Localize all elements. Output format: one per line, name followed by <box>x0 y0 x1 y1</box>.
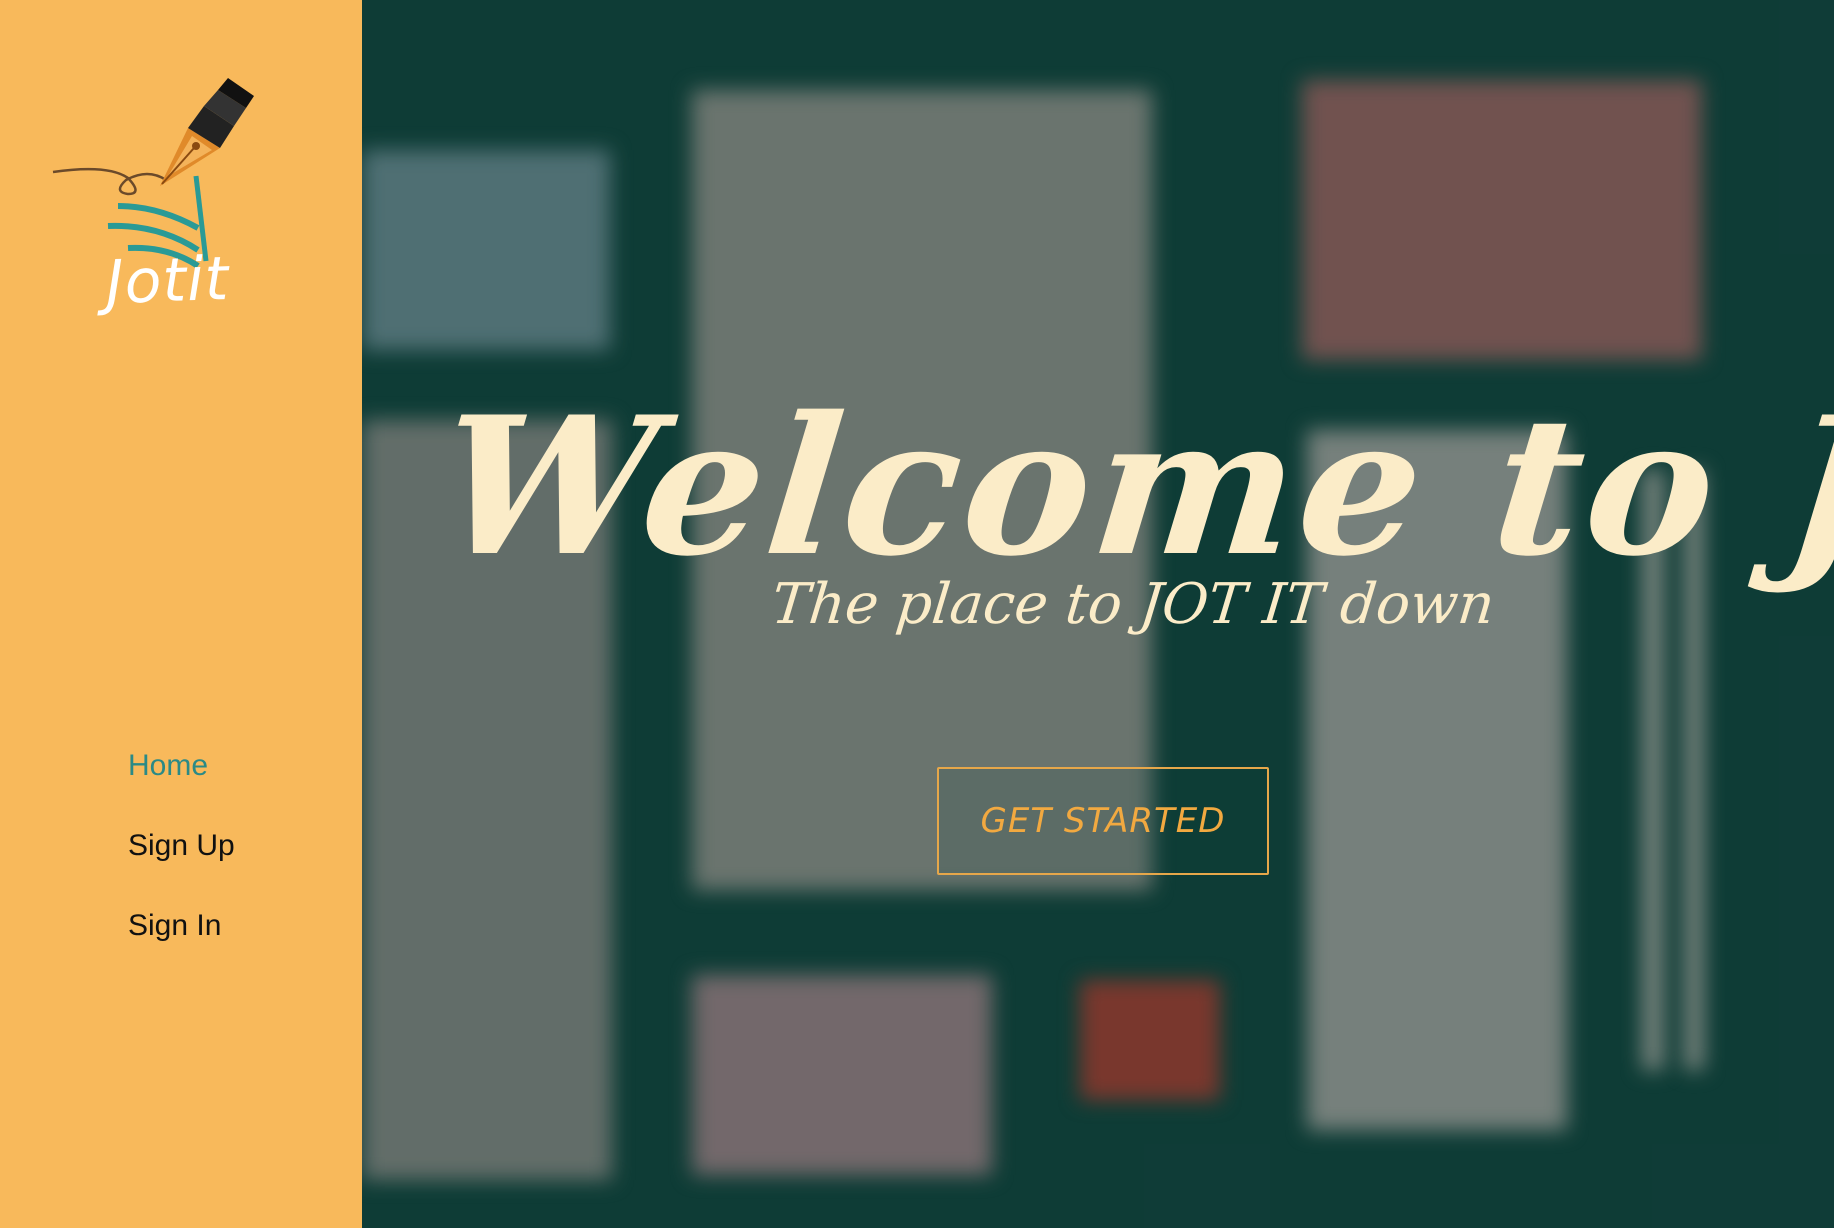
sidebar-nav: Home Sign Up Sign In <box>128 746 235 986</box>
logo[interactable]: Jotit <box>48 56 268 326</box>
hero-title: Welcome to Jotit <box>430 375 1834 599</box>
hero-section: Welcome to Jotit The place to JOT IT dow… <box>362 0 1834 1228</box>
page: Jotit Home Sign Up Sign In Welcome to Jo… <box>0 0 1834 1228</box>
hero-subtitle: The place to JOT IT down <box>768 572 1498 637</box>
get-started-button[interactable]: GET STARTED <box>937 767 1269 875</box>
logo-text: Jotit <box>104 243 231 319</box>
fountain-pen-logo-icon <box>52 78 254 269</box>
nav-home-link[interactable]: Home <box>128 746 235 826</box>
nav-sign-up-link[interactable]: Sign Up <box>128 826 235 906</box>
nav-sign-in-link[interactable]: Sign In <box>128 906 235 986</box>
sidebar: Jotit Home Sign Up Sign In <box>0 0 362 1228</box>
